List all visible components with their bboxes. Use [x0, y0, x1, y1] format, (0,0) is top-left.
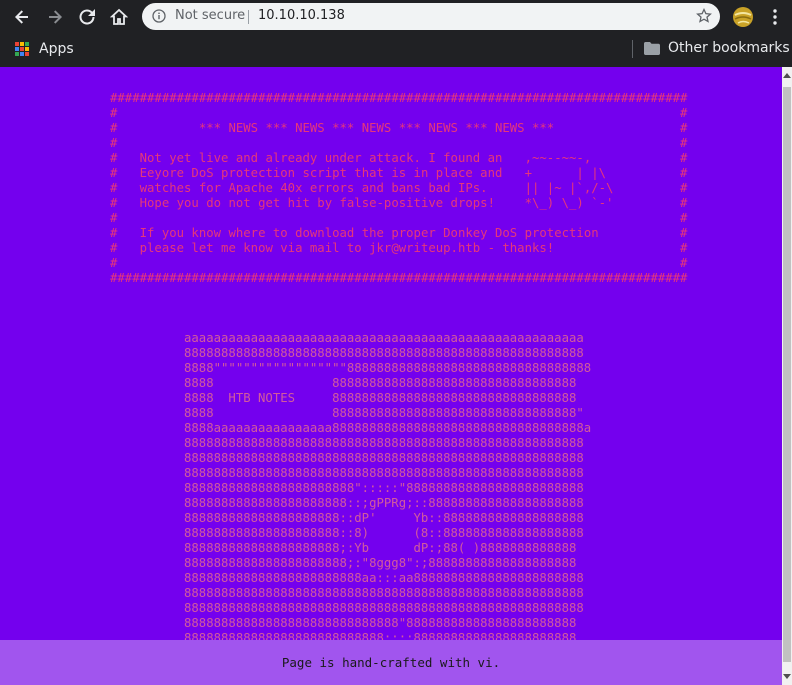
footer-text: Page is hand-crafted with vi.	[281, 655, 501, 670]
extension-icon[interactable]	[732, 6, 754, 28]
scroll-up-icon[interactable]	[783, 73, 791, 78]
scroll-thumb[interactable]	[783, 87, 791, 662]
apps-label: Apps	[39, 41, 74, 57]
page-scrollbar[interactable]	[782, 67, 792, 685]
forward-icon[interactable]	[43, 5, 67, 29]
news-banner: ########################################…	[110, 91, 688, 285]
bookmarks-divider	[632, 40, 633, 58]
back-icon[interactable]	[10, 5, 34, 29]
apps-grid-icon	[15, 42, 29, 56]
address-bar[interactable]: Not secure 10.10.10.138	[142, 3, 720, 30]
star-icon[interactable]	[696, 8, 712, 24]
home-icon[interactable]	[107, 5, 131, 29]
info-icon[interactable]	[152, 9, 166, 23]
htb-notes-art: aaaaaaaaaaaaaaaaaaaaaaaaaaaaaaaaaaaaaaaa…	[184, 331, 592, 645]
other-bookmarks[interactable]: Other bookmarks	[644, 40, 790, 56]
browser-toolbar: Not secure 10.10.10.138	[0, 0, 792, 34]
scroll-down-icon[interactable]	[783, 674, 791, 679]
page-footer: Page is hand-crafted with vi.	[0, 640, 782, 685]
other-bookmarks-label: Other bookmarks	[668, 40, 790, 56]
bookmarks-bar: Apps Other bookmarks	[0, 34, 792, 64]
security-label: Not secure	[175, 8, 246, 23]
menu-icon[interactable]	[768, 8, 782, 26]
apps-bookmark[interactable]: Apps	[15, 40, 74, 58]
folder-icon	[644, 41, 660, 55]
web-page: ########################################…	[0, 67, 782, 685]
url-text[interactable]: 10.10.10.138	[258, 8, 345, 23]
reload-icon[interactable]	[75, 5, 99, 29]
address-separator	[248, 10, 249, 24]
